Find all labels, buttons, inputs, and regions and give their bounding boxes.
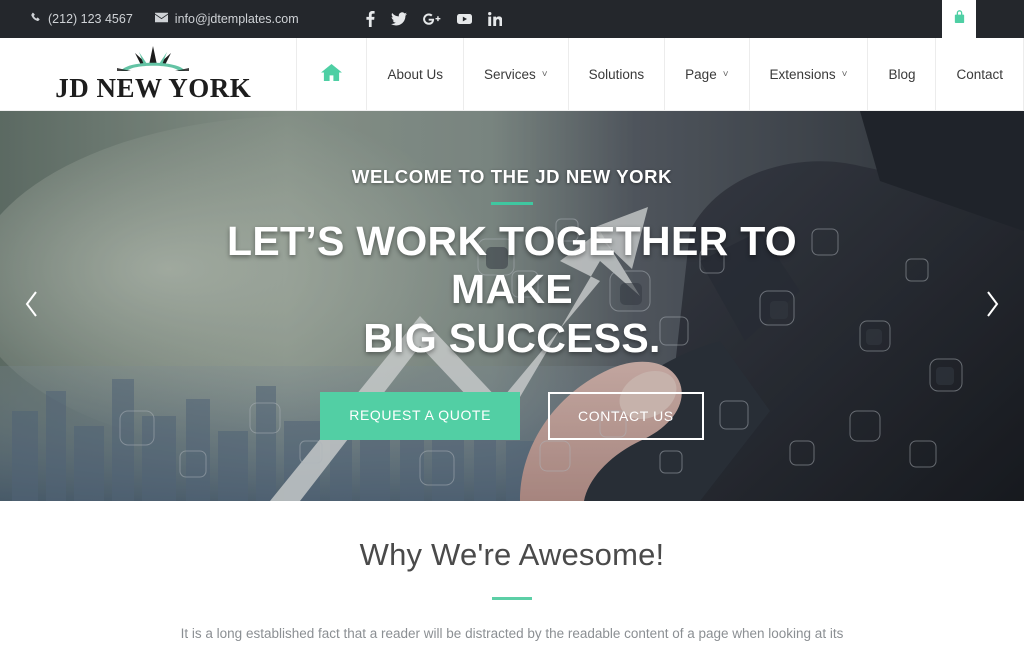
nav-item-page[interactable]: Page ˅: [664, 38, 748, 110]
nav-item-contact[interactable]: Contact: [935, 38, 1024, 110]
request-a-quote-button[interactable]: REQUEST A QUOTE: [320, 392, 521, 441]
chevron-down-icon: ˅: [541, 68, 548, 80]
nav-item-blog[interactable]: Blog: [867, 38, 935, 110]
nav-item-services[interactable]: Services ˅: [463, 38, 568, 110]
main-navigation: About Us Services ˅ Solutions Page ˅ Ext…: [296, 38, 1024, 110]
chevron-down-icon: ˅: [722, 68, 729, 80]
carousel-prev-button[interactable]: [10, 284, 54, 328]
youtube-icon[interactable]: [456, 13, 472, 25]
hero-divider: [491, 201, 533, 205]
carousel-next-button[interactable]: [970, 284, 1014, 328]
top-bar-contact-group: (212) 123 4567 info@jdtemplates.com: [0, 11, 502, 27]
hero-content: WELCOME TO THE JD NEW YORK LET’S WORK TO…: [0, 111, 1024, 501]
nav-label-blog: Blog: [888, 66, 916, 82]
phone-icon: [30, 12, 41, 26]
logo-text: JD NEW YORK: [55, 73, 252, 103]
facebook-icon[interactable]: [366, 11, 375, 27]
section-title: Why We're Awesome!: [359, 537, 665, 572]
email-address: info@jdtemplates.com: [174, 12, 299, 26]
hero-kicker: WELCOME TO THE JD NEW YORK: [351, 165, 673, 187]
phone-contact[interactable]: (212) 123 4567: [30, 12, 133, 26]
nav-item-home[interactable]: [296, 38, 366, 110]
section-description: It is a long established fact that a rea…: [180, 626, 844, 641]
email-contact[interactable]: info@jdtemplates.com: [154, 12, 299, 26]
section-divider: [492, 597, 532, 600]
hero-title: LET’S WORK TOGETHER TO MAKE BIG SUCCESS.: [162, 217, 862, 362]
nav-item-extensions[interactable]: Extensions ˅: [748, 38, 868, 110]
nav-label-services: Services: [484, 66, 536, 82]
hero-title-line-2: BIG SUCCESS.: [363, 314, 661, 361]
hero-title-line-1: LET’S WORK TOGETHER TO MAKE: [227, 217, 797, 313]
google-plus-icon[interactable]: [422, 12, 441, 26]
contact-us-button[interactable]: CONTACT US: [548, 392, 704, 441]
phone-number: (212) 123 4567: [48, 12, 133, 26]
chevron-down-icon: ˅: [841, 68, 848, 80]
linkedin-icon[interactable]: [487, 12, 502, 26]
nav-label-extensions: Extensions: [769, 66, 836, 82]
social-links: [366, 11, 502, 27]
nav-label-about-us: About Us: [387, 66, 444, 82]
nav-label-solutions: Solutions: [588, 66, 645, 82]
nav-item-about-us[interactable]: About Us: [366, 38, 463, 110]
lock-icon: [953, 9, 966, 29]
nav-label-page: Page: [685, 66, 717, 82]
why-awesome-section: Why We're Awesome! It is a long establis…: [0, 501, 1024, 649]
nav-item-solutions[interactable]: Solutions: [567, 38, 665, 110]
secure-lock-badge[interactable]: [942, 0, 976, 38]
hero-buttons: REQUEST A QUOTE CONTACT US: [320, 392, 704, 441]
chevron-left-icon: [22, 289, 42, 324]
hero-carousel: WELCOME TO THE JD NEW YORK LET’S WORK TO…: [0, 111, 1024, 501]
twitter-icon[interactable]: [390, 12, 407, 26]
chevron-right-icon: [982, 289, 1002, 324]
home-icon: [321, 63, 343, 85]
site-header: JD NEW YORK About Us Services ˅ Solution…: [0, 38, 1024, 111]
logo[interactable]: JD NEW YORK: [0, 38, 296, 110]
nav-label-contact: Contact: [956, 66, 1003, 82]
envelope-icon: [154, 12, 168, 26]
top-bar: (212) 123 4567 info@jdtemplates.com: [0, 0, 1024, 38]
